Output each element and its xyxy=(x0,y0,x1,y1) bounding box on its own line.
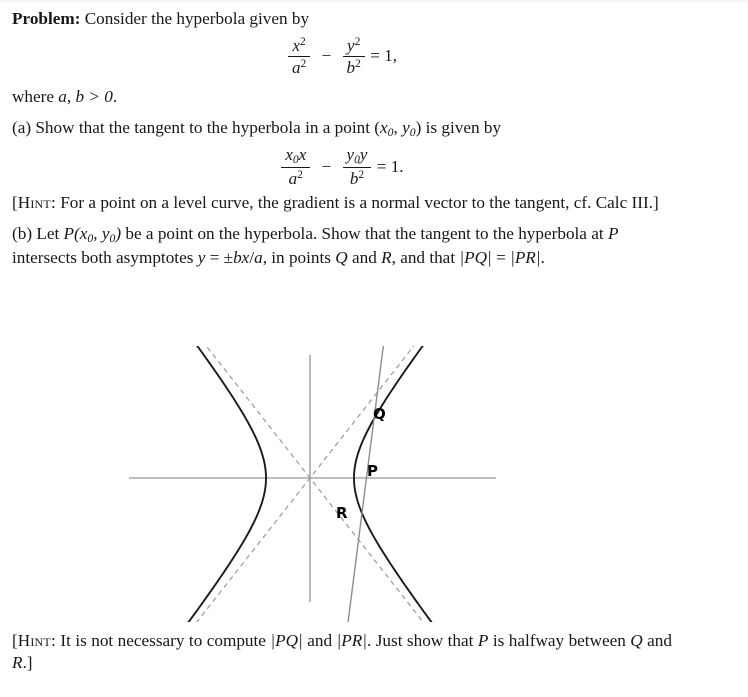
fraction-denominator: a2 xyxy=(281,167,311,188)
hint-b-math-PR: |PR| xyxy=(336,631,367,650)
part-b-math-equality: |PQ| = |PR| xyxy=(459,247,541,267)
part-b-text-3: intersects both asymptotes xyxy=(12,247,198,267)
part-a-text-post: is given by xyxy=(421,117,502,137)
part-b-text-4: , in points xyxy=(262,247,336,267)
part-b-math-P2: P xyxy=(607,224,619,244)
fraction-y2-b2: y2 b2 xyxy=(342,35,365,77)
hint-a-paragraph: [Hint: For a point on a level curve, the… xyxy=(12,192,672,214)
hint-b-math-PQ: |PQ| xyxy=(270,631,303,650)
document-content: Problem: Consider the hyperbola given by… xyxy=(12,8,672,269)
hint-b-paragraph: [Hint: It is not necessary to compute |P… xyxy=(12,630,672,675)
equation-minus-operator: − xyxy=(321,157,332,177)
where-text: where xyxy=(12,86,59,106)
hint-b-container: [Hint: It is not necessary to compute |P… xyxy=(12,630,672,675)
where-condition-paragraph: where a, b > 0. xyxy=(12,86,672,108)
part-b-text-7: . xyxy=(540,247,545,267)
part-b-paragraph: (b) Let P(x0, y0) be a point on the hype… xyxy=(12,223,672,269)
fraction-numerator: x0x xyxy=(285,145,307,167)
hint-b-text-3: . Just show that xyxy=(366,631,478,650)
hyperbola-figure: Q P R xyxy=(0,0,748,697)
problem-intro-text: Consider the hyperbola given by xyxy=(84,9,310,28)
fraction-denominator: a2 xyxy=(287,55,311,77)
hint-a-label: Hint: xyxy=(17,192,56,212)
label-P: P xyxy=(367,462,378,480)
part-b-marker: (b) xyxy=(12,224,33,244)
hint-b-text-2: and xyxy=(302,631,337,650)
equation-tail: = 1. xyxy=(376,157,404,177)
part-b-text-5: and xyxy=(347,247,382,267)
page-top-edge xyxy=(0,0,748,4)
fraction-numerator: y0y xyxy=(346,145,368,167)
hint-b-text-4: is halfway between xyxy=(488,631,631,650)
hyperbola-right-branch xyxy=(353,263,485,693)
problem-intro-paragraph: Problem: Consider the hyperbola given by xyxy=(12,8,672,30)
fraction-denominator: b2 xyxy=(342,55,365,77)
hint-b-math-R: R xyxy=(12,653,23,673)
part-a-point: (x0, y0) xyxy=(374,117,422,139)
hyperbola-left-branch xyxy=(135,263,267,693)
hint-b-label: Hint: xyxy=(17,631,56,650)
hint-b-math-P: P xyxy=(477,631,489,650)
where-math: a, b > 0 xyxy=(58,86,113,106)
hyperbola-svg: Q P R xyxy=(129,0,496,697)
label-R: R xyxy=(336,504,348,522)
hint-b-text-5: and xyxy=(642,631,672,650)
fraction-y0y-b2: y0y b2 xyxy=(342,145,372,188)
part-a-text-pre: Show that the tangent to the hyperbola i… xyxy=(31,117,375,137)
equation-tail: = 1, xyxy=(370,46,398,66)
problem-label: Problem: xyxy=(12,9,81,28)
hint-a-text: For a point on a level curve, the gradie… xyxy=(55,192,653,212)
part-a-marker: (a) xyxy=(12,117,32,137)
fraction-numerator: y2 xyxy=(347,35,361,56)
where-period: . xyxy=(112,86,118,106)
part-a-paragraph: (a) Show that the tangent to the hyperbo… xyxy=(12,117,672,140)
equation-hyperbola: x2 a2 − y2 b2 = 1, xyxy=(12,36,672,76)
fraction-denominator: b2 xyxy=(342,167,372,188)
part-b-math-Q: Q xyxy=(335,247,348,267)
document-page: Problem: Consider the hyperbola given by… xyxy=(0,0,748,697)
fraction-x2-a2: x2 a2 xyxy=(287,35,311,77)
label-Q: Q xyxy=(373,405,386,423)
part-b-math-P: P(x0, y0) xyxy=(63,224,122,246)
fraction-x0x-a2: x0x a2 xyxy=(281,145,311,188)
part-b-math-asymptotes: y = ±bx/a xyxy=(197,247,263,267)
hint-b-text-1: It is not necessary to compute xyxy=(55,631,271,650)
equation-minus-operator: − xyxy=(321,46,332,66)
hint-b-math-Q: Q xyxy=(630,631,643,650)
hint-a-close-bracket: ] xyxy=(652,192,659,212)
hint-b-close-bracket: ] xyxy=(26,653,33,673)
fraction-numerator: x2 xyxy=(292,35,306,56)
part-b-text-6: , and that xyxy=(391,247,460,267)
part-b-math-R: R xyxy=(381,247,392,267)
tangent-line xyxy=(337,0,429,697)
part-b-text-2: be a point on the hyperbola. Show that t… xyxy=(121,224,608,244)
part-b-text-1: Let xyxy=(32,224,64,244)
equation-tangent: x0x a2 − y0y b2 = 1. xyxy=(12,146,672,188)
